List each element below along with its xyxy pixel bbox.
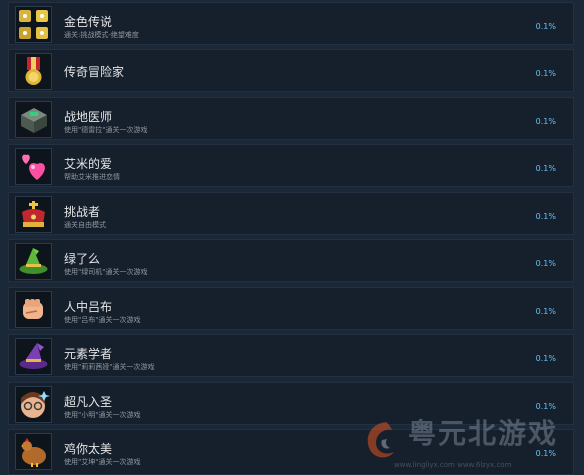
medic-crate-icon	[15, 101, 52, 138]
achievement-description: 通关:挑战模式-绝望难度	[64, 31, 139, 39]
achievement-percent: 0.1%	[535, 259, 556, 268]
achievement-title: 超凡入圣	[64, 395, 113, 409]
achievement-row[interactable]: 超凡入圣 使用"小明"通关一次游戏 0.1%	[8, 382, 574, 425]
achievement-description: 使用"艾坤"通关一次游戏	[64, 458, 141, 466]
achievement-percent: 0.1%	[535, 22, 556, 31]
achievement-description: 使用"莉莉茜娅"通关一次游戏	[64, 363, 155, 371]
achievement-description: 帮助艾米推进恋情	[64, 173, 120, 181]
achievement-percent: 0.1%	[535, 69, 556, 78]
achievement-title: 绿了么	[64, 252, 101, 266]
gold-dice-icon	[15, 6, 52, 43]
achievement-percent: 0.1%	[535, 117, 556, 126]
pink-hearts-icon	[15, 148, 52, 185]
achievement-percent: 0.1%	[535, 212, 556, 221]
achievement-description: 使用"小明"通关一次游戏	[64, 411, 141, 419]
achievement-title: 传奇冒险家	[64, 65, 125, 79]
achievement-title: 挑战者	[64, 205, 101, 219]
achievement-title: 鸡你太美	[64, 442, 113, 456]
purple-wizard-hat-icon	[15, 338, 52, 375]
achievement-percent: 0.1%	[535, 402, 556, 411]
achievement-row[interactable]: 挑战者 通关自由模式 0.1%	[8, 192, 574, 235]
achievement-description: 使用"绿司机"通关一次游戏	[64, 268, 148, 276]
achievement-percent: 0.1%	[535, 354, 556, 363]
achievement-row[interactable]: 绿了么 使用"绿司机"通关一次游戏 0.1%	[8, 239, 574, 282]
achievement-percent: 0.1%	[535, 164, 556, 173]
glasses-boy-icon	[15, 386, 52, 423]
achievement-title: 元素学者	[64, 347, 113, 361]
achievement-percent: 0.1%	[535, 449, 556, 458]
achievement-title: 战地医师	[64, 110, 113, 124]
fist-icon	[15, 291, 52, 328]
achievement-title: 人中吕布	[64, 300, 113, 314]
crown-icon	[15, 196, 52, 233]
achievement-title: 艾米的爱	[64, 157, 113, 171]
green-witch-hat-icon	[15, 243, 52, 280]
achievement-description: 使用"吕布"通关一次游戏	[64, 316, 141, 324]
achievement-row[interactable]: 传奇冒险家 0.1%	[8, 49, 574, 92]
chicken-icon	[15, 433, 52, 470]
achievement-description: 通关自由模式	[64, 221, 106, 229]
achievement-title: 金色传说	[64, 15, 113, 29]
achievement-row[interactable]: 战地医师 使用"德雷拉"通关一次游戏 0.1%	[8, 97, 574, 140]
gold-medal-icon	[15, 53, 52, 90]
achievement-row[interactable]: 艾米的爱 帮助艾米推进恋情 0.1%	[8, 144, 574, 187]
achievement-description: 使用"德雷拉"通关一次游戏	[64, 126, 148, 134]
achievement-row[interactable]: 金色传说 通关:挑战模式-绝望难度 0.1%	[8, 2, 574, 45]
achievement-percent: 0.1%	[535, 307, 556, 316]
achievement-list: 金色传说 通关:挑战模式-绝望难度 0.1% 传奇冒险家 0.1% 战地医师 使…	[0, 0, 584, 475]
achievement-row[interactable]: 鸡你太美 使用"艾坤"通关一次游戏 0.1%	[8, 429, 574, 475]
achievement-row[interactable]: 元素学者 使用"莉莉茜娅"通关一次游戏 0.1%	[8, 334, 574, 377]
achievement-row[interactable]: 人中吕布 使用"吕布"通关一次游戏 0.1%	[8, 287, 574, 330]
